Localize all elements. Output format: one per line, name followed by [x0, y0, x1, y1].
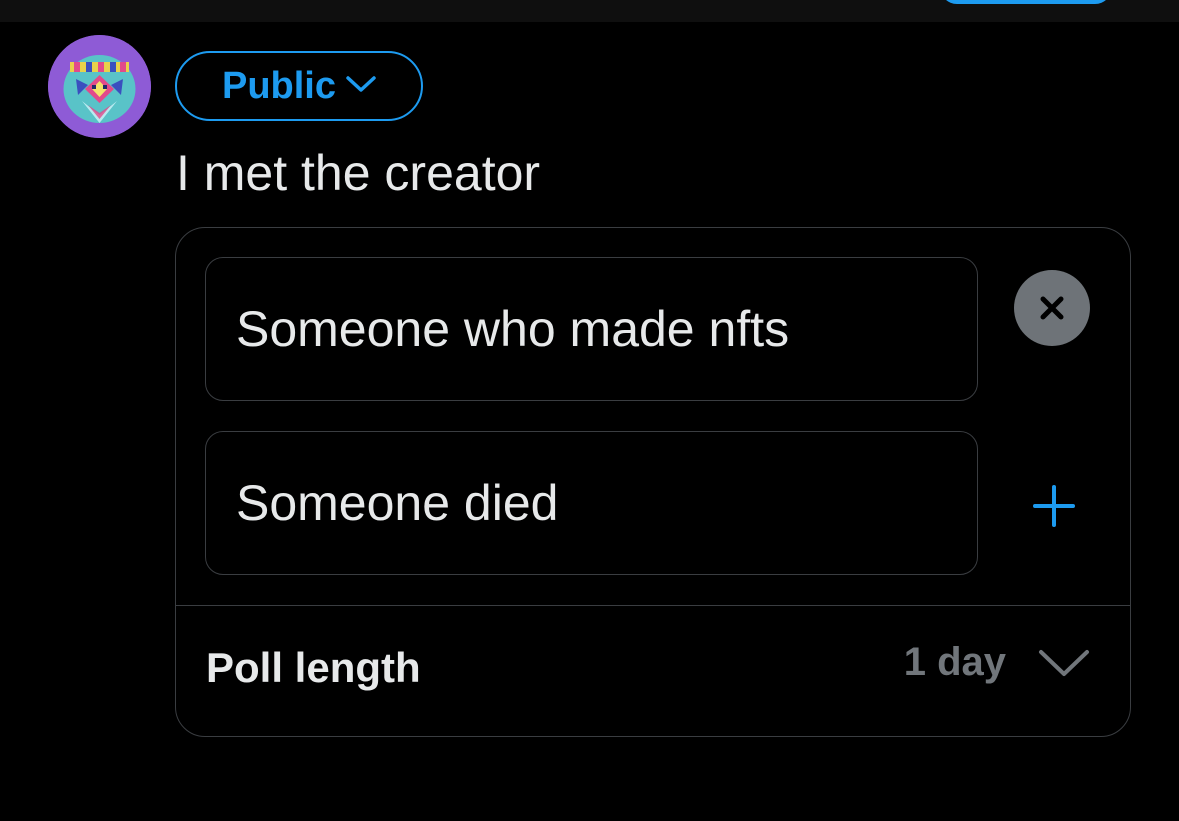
- tweet-button[interactable]: [940, 0, 1112, 4]
- plus-icon: [1033, 485, 1075, 527]
- poll-divider: [176, 605, 1130, 606]
- top-bar: [0, 0, 1179, 22]
- chevron-down-icon: [1039, 649, 1089, 676]
- poll-length-label: Poll length: [206, 644, 421, 691]
- poll-length-value: 1 day: [903, 640, 1006, 684]
- audience-selector[interactable]: Public: [175, 51, 423, 121]
- remove-choice-button[interactable]: [1014, 270, 1090, 346]
- avatar-image: [48, 35, 151, 138]
- add-choice-button[interactable]: [1026, 478, 1082, 534]
- poll-editor: Someone who made nfts Someone died Poll …: [175, 227, 1131, 737]
- avatar[interactable]: [48, 35, 151, 138]
- poll-choice-1-input[interactable]: Someone who made nfts: [205, 257, 978, 401]
- chevron-down-icon: [346, 75, 376, 98]
- close-icon: [1040, 296, 1064, 320]
- poll-choice-2-input[interactable]: Someone died: [205, 431, 978, 575]
- poll-length-select[interactable]: 1 day: [904, 640, 1090, 685]
- audience-label: Public: [221, 64, 337, 107]
- tweet-text-input[interactable]: I met the creator: [176, 142, 540, 204]
